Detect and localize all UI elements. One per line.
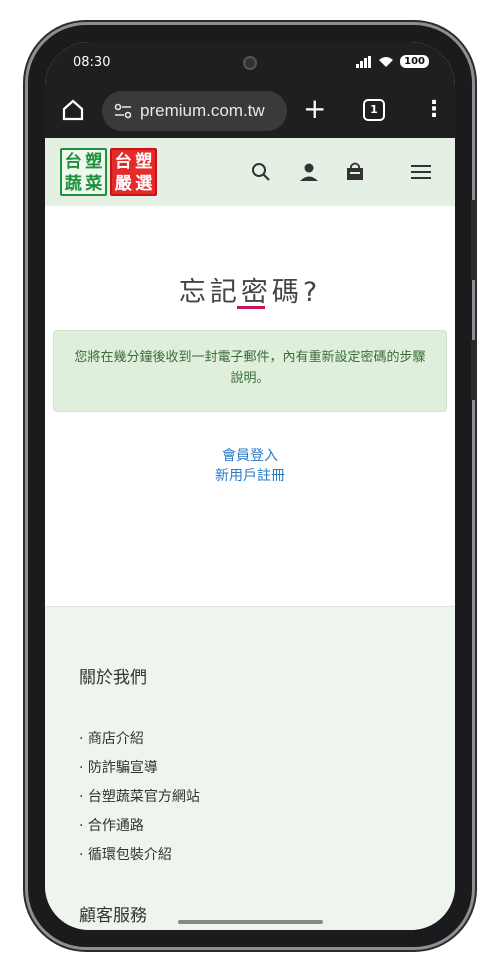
footer-link-anti-fraud[interactable]: · 防詐騙宣導 bbox=[79, 754, 200, 783]
page-title: 忘記密碼? bbox=[178, 277, 322, 308]
footer-heading-about: 關於我們 bbox=[79, 668, 147, 688]
url-text: premium.com.tw bbox=[140, 101, 265, 120]
logo-vegetables: 台 塑 蔬 菜 bbox=[60, 148, 107, 196]
footer-link-packaging[interactable]: · 循環包裝介紹 bbox=[79, 841, 200, 870]
screen: 08:30 100 premium.com.tw + 1 ⋮ 台 塑 蔬 菜 台… bbox=[45, 42, 455, 930]
hamburger-menu-icon[interactable] bbox=[409, 160, 433, 184]
account-icon[interactable] bbox=[297, 160, 321, 184]
tab-switcher-button[interactable]: 1 bbox=[363, 99, 385, 121]
site-logo[interactable]: 台 塑 蔬 菜 台 塑 嚴 選 bbox=[60, 148, 157, 196]
shopping-bag-icon[interactable] bbox=[343, 160, 367, 184]
new-tab-button[interactable]: + bbox=[303, 94, 326, 124]
signal-icon bbox=[356, 55, 372, 68]
footer-link-partners[interactable]: · 合作通路 bbox=[79, 812, 200, 841]
site-settings-icon[interactable] bbox=[114, 103, 132, 119]
footer-heading-service: 顧客服務 bbox=[79, 906, 147, 926]
status-bar: 08:30 100 bbox=[45, 42, 455, 84]
account-links: 會員登入 新用戶註冊 bbox=[45, 446, 455, 486]
title-underline bbox=[237, 306, 265, 309]
footer-about-list: · 商店介紹 · 防詐騙宣導 · 台塑蔬菜官方網站 · 合作通路 · 循環包裝介… bbox=[79, 725, 200, 870]
status-icons: 100 bbox=[356, 55, 429, 68]
register-link[interactable]: 新用戶註冊 bbox=[45, 466, 455, 486]
site-header: 台 塑 蔬 菜 台 塑 嚴 選 bbox=[45, 138, 455, 206]
search-icon[interactable] bbox=[249, 160, 273, 184]
side-button-volume bbox=[471, 200, 476, 280]
wifi-icon bbox=[379, 56, 394, 67]
browser-toolbar: premium.com.tw + 1 ⋮ bbox=[45, 84, 455, 138]
main-content: 忘記密碼? 您將在幾分鐘後收到一封電子郵件，內有重新設定密碼的步驟說明。 會員登… bbox=[45, 206, 455, 606]
success-notice: 您將在幾分鐘後收到一封電子郵件，內有重新設定密碼的步驟說明。 bbox=[53, 330, 447, 412]
battery-icon: 100 bbox=[400, 55, 429, 68]
browser-menu-button[interactable]: ⋮ bbox=[423, 96, 445, 124]
logo-premium: 台 塑 嚴 選 bbox=[110, 148, 157, 196]
footer-link-official-site[interactable]: · 台塑蔬菜官方網站 bbox=[79, 783, 200, 812]
footer-link-store-intro[interactable]: · 商店介紹 bbox=[79, 725, 200, 754]
home-icon[interactable] bbox=[61, 98, 85, 122]
side-button-power bbox=[471, 340, 476, 400]
address-bar[interactable]: premium.com.tw bbox=[102, 91, 287, 131]
login-link[interactable]: 會員登入 bbox=[45, 446, 455, 466]
site-footer: 關於我們 · 商店介紹 · 防詐騙宣導 · 台塑蔬菜官方網站 · 合作通路 · … bbox=[45, 606, 455, 930]
gesture-home-bar[interactable] bbox=[178, 920, 323, 924]
camera-icon bbox=[243, 56, 257, 70]
status-time: 08:30 bbox=[73, 55, 111, 70]
